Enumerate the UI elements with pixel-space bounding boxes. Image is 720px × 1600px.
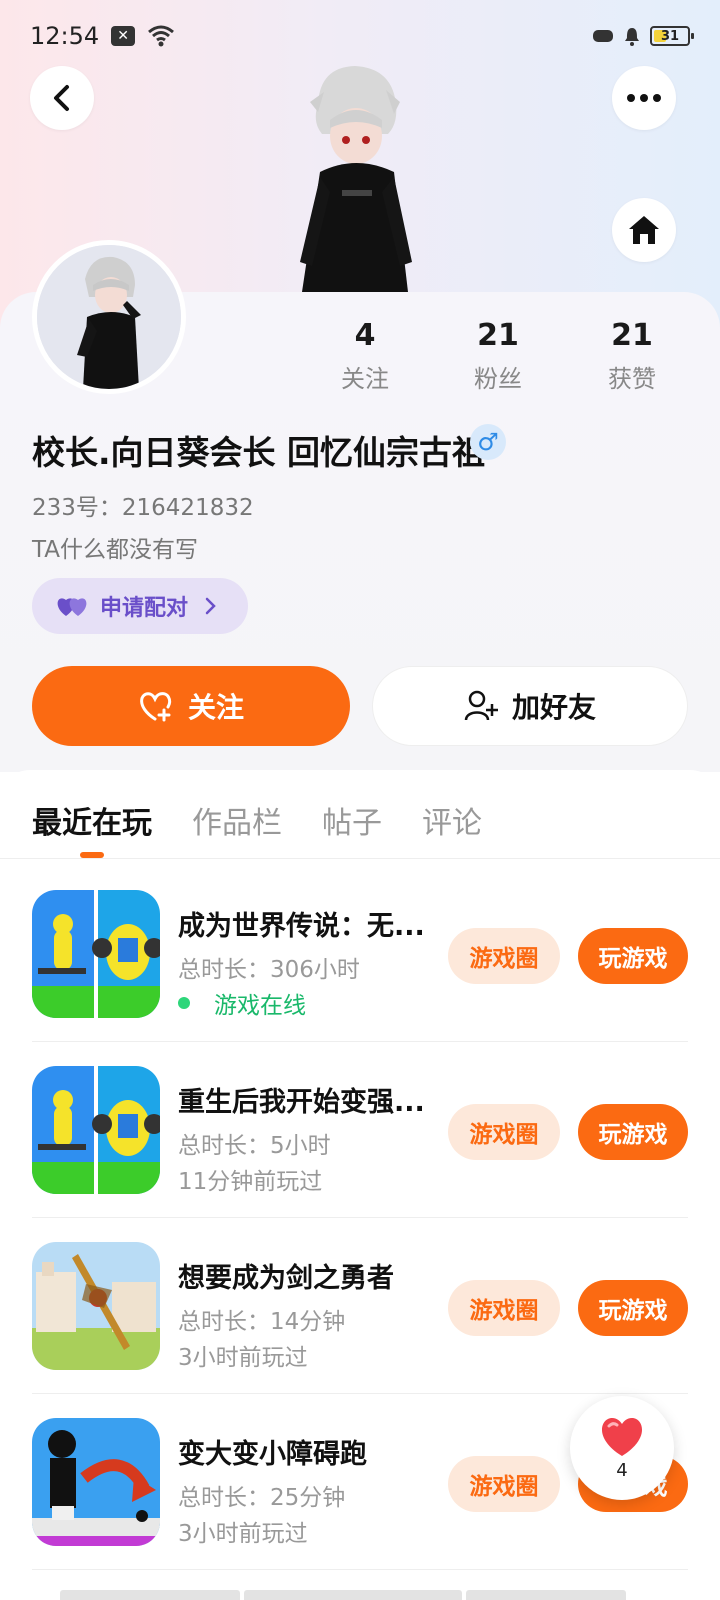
play-game-button[interactable]: 玩游戏 [578,1280,688,1336]
status-time: 12:54 [30,22,100,50]
follow-button[interactable]: 关注 [32,666,350,746]
game-circle-button[interactable]: 游戏圈 [448,1280,560,1336]
game-duration: 总时长：306小时 [178,957,360,983]
more-dots-icon [627,94,661,102]
game-title: 变大变小障碍跑 [178,1439,367,1470]
bell-icon [625,28,639,46]
tab-comments[interactable]: 评论 [422,798,482,842]
add-user-icon [464,690,498,721]
heart-plus-icon [140,692,172,722]
chevron-right-icon [205,597,216,615]
game-status-text: 11分钟前玩过 [178,1169,323,1195]
avatar-figure-image [300,66,412,292]
male-gender-icon: ♂ [470,424,506,460]
stat-likes-label: 获赞 [608,365,656,393]
game-title: 成为世界传说：无... [178,911,425,942]
game-icon-image [32,1418,160,1546]
tab-recent-played[interactable]: 最近在玩 [32,798,152,842]
match-request-label: 申请配对 [100,596,189,621]
stat-likes[interactable]: 21 获赞 [572,318,692,394]
chevron-left-icon [54,85,69,111]
tab-works[interactable]: 作品栏 [192,798,282,842]
like-count: 4 [616,1459,628,1481]
stat-followers[interactable]: 21 粉丝 [438,318,558,394]
home-button[interactable] [612,198,676,262]
game-status: 3小时前玩过 [178,1514,308,1548]
stat-followers-label: 粉丝 [474,365,522,393]
game-row[interactable]: 重生后我开始变强... 总时长：5小时 11分钟前玩过 游戏圈 玩游戏 [32,1042,688,1218]
game-icon-image [32,1066,160,1194]
game-status: 11分钟前玩过 [178,1162,322,1196]
game-status-text: 游戏在线 [214,993,306,1019]
game-duration: 总时长：25分钟 [178,1485,346,1511]
stat-following-label: 关注 [341,365,389,393]
profile-bio: TA什么都没有写 [32,537,198,563]
avatar[interactable] [32,240,186,394]
add-friend-button[interactable]: 加好友 [372,666,688,746]
stat-following-count: 4 [354,318,376,353]
game-duration: 总时长：14分钟 [178,1309,346,1335]
tab-bar: 最近在玩 作品栏 帖子 评论 [32,798,482,842]
wifi-icon [148,25,175,47]
game-status: 3小时前玩过 [178,1338,308,1372]
avatar-image [37,245,181,389]
play-game-button[interactable]: 玩游戏 [578,928,688,984]
game-status-text: 3小时前玩过 [178,1345,308,1371]
row-divider [32,1569,688,1570]
profile-stats: 4 关注 21 粉丝 21 获赞 [320,318,720,398]
match-request-button[interactable]: 申请配对 [32,578,248,634]
back-button[interactable] [30,66,94,130]
game-circle-button[interactable]: 游戏圈 [448,928,560,984]
stat-likes-count: 21 [611,318,653,353]
floating-like-button[interactable]: 4 [570,1396,674,1500]
user-id: 233号：216421832 [32,495,254,521]
tab-divider [0,858,720,859]
game-circle-button[interactable]: 游戏圈 [448,1456,560,1512]
double-heart-icon [57,598,87,616]
game-duration: 总时长：5小时 [178,1133,331,1159]
game-title: 重生后我开始变强... [178,1087,425,1118]
more-button[interactable] [612,66,676,130]
game-icon-image [32,890,160,1018]
game-circle-button[interactable]: 游戏圈 [448,1104,560,1160]
profile-name: 校长.向日葵会长 回忆仙宗古祖 [32,433,486,472]
play-game-button[interactable]: 玩游戏 [578,1104,688,1160]
game-row[interactable]: 想要成为剑之勇者 总时长：14分钟 3小时前玩过 游戏圈 玩游戏 [32,1218,688,1394]
game-row[interactable]: 成为世界传说：无... 总时长：306小时 游戏在线 游戏圈 玩游戏 [32,866,688,1042]
game-controller-icon [593,30,613,42]
home-icon [629,216,659,244]
online-dot-icon [178,997,190,1009]
next-row-peek [0,1590,720,1600]
battery-level: 31 [660,28,680,44]
battery-icon: 31 [650,26,694,46]
game-status: 游戏在线 [178,986,306,1020]
stat-following[interactable]: 4 关注 [305,318,425,394]
game-title: 想要成为剑之勇者 [178,1263,394,1294]
game-status-text: 3小时前玩过 [178,1521,308,1547]
add-friend-label: 加好友 [511,691,596,724]
heart-icon [601,1417,643,1456]
game-icon-image [32,1242,160,1370]
follow-label: 关注 [187,691,244,724]
notification-box-icon: ✕ [111,26,136,46]
tab-posts[interactable]: 帖子 [322,798,382,842]
stat-followers-count: 21 [477,318,519,353]
